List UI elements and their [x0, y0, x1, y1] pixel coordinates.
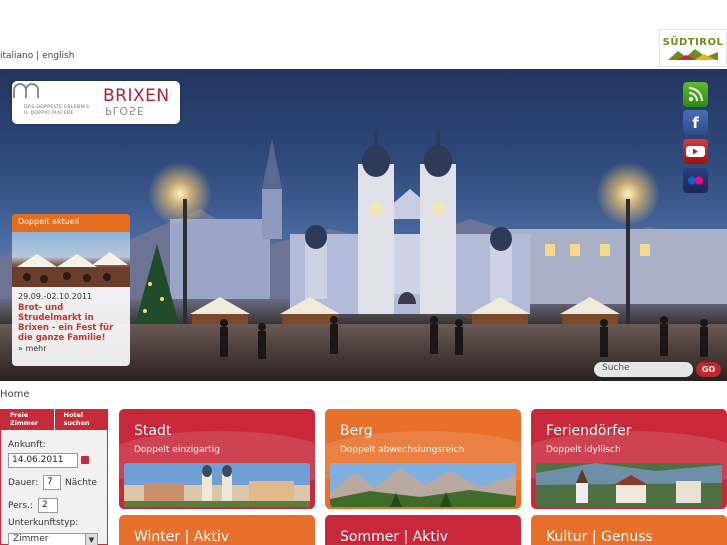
- lang-italiano-link[interactable]: italiano: [0, 51, 33, 61]
- accommodation-type-select[interactable]: Zimmer ▼: [8, 533, 98, 545]
- news-more-link[interactable]: » mehr: [12, 343, 130, 354]
- village-photo: [536, 463, 722, 507]
- hero-banner: BRIXEN PLOSE DAS DOPPELTE ERLEBNIS IL DO…: [0, 69, 727, 381]
- tile-title: Stadt: [134, 423, 172, 439]
- tile-berg[interactable]: Berg Doppelt abwechslungsreich: [325, 409, 521, 509]
- flickr-icon: [688, 176, 703, 185]
- market-photo: [12, 232, 130, 287]
- tile-feriendoerfer[interactable]: Feriendörfer Doppelt idyllisch: [531, 409, 727, 509]
- tile-title: Berg: [340, 423, 373, 439]
- language-switcher: italiano | english: [0, 51, 74, 61]
- suedtirol-wordmark: SÜDTIROL: [662, 36, 724, 48]
- logo-tagline-de: DAS DOPPELTE ERLEBNIS: [24, 105, 90, 110]
- flickr-button[interactable]: [683, 168, 708, 193]
- persons-input[interactable]: 2: [38, 498, 58, 513]
- duration-label: Dauer:: [8, 478, 39, 488]
- calendar-icon[interactable]: [81, 456, 89, 464]
- news-title-link[interactable]: Brot- und Strudelmarkt in Brixen - ein F…: [12, 303, 130, 343]
- persons-label: Pers.:: [8, 501, 33, 511]
- tab-hotel-search[interactable]: Hotel suchen: [53, 409, 107, 430]
- chevron-down-icon: ▼: [85, 534, 97, 545]
- logo-tagline-it: IL DOPPIO PIACERE: [24, 111, 74, 116]
- accommodation-type-label: Unterkunftstyp:: [8, 518, 79, 528]
- tile-subtitle: Doppelt abwechslungsreich: [340, 445, 465, 455]
- arrival-label: Ankunft:: [8, 440, 46, 450]
- search-go-button[interactable]: GO: [696, 362, 721, 377]
- mountain-photo: [330, 463, 516, 507]
- accommodation-type-value: Zimmer: [13, 534, 49, 544]
- news-header: Doppelt aktuell: [12, 214, 130, 232]
- tile-kultur-genuss[interactable]: Kultur | Genuss: [531, 515, 727, 545]
- suedtirol-logo[interactable]: SÜDTIROL: [659, 29, 727, 67]
- tile-subtitle: Doppelt idyllisch: [546, 445, 621, 455]
- nights-label: Nächte: [65, 478, 97, 488]
- city-photo: [124, 463, 310, 507]
- tab-free-rooms[interactable]: Freie Zimmer: [1, 409, 54, 430]
- rss-button[interactable]: [683, 82, 708, 107]
- facebook-icon: f: [692, 113, 699, 132]
- suedtirol-mountain-icon: [668, 48, 718, 60]
- tile-title: Winter | Aktiv: [134, 529, 230, 545]
- facebook-button[interactable]: f: [683, 110, 708, 135]
- booking-panel: Freie Zimmer Hotel suchen Ankunft: 14.06…: [0, 409, 108, 545]
- brixen-plose-logo[interactable]: BRIXEN PLOSE DAS DOPPELTE ERLEBNIS IL DO…: [12, 81, 180, 124]
- double-arch-logo-icon: [13, 83, 39, 98]
- news-date: 29.09.-02.10.2011: [18, 292, 93, 301]
- rss-icon: [688, 87, 703, 102]
- tile-title: Kultur | Genuss: [546, 529, 653, 545]
- search-input[interactable]: Suche: [594, 362, 693, 377]
- logo-wordmark-plose: PLOSE: [105, 104, 145, 117]
- lang-english-link[interactable]: english: [42, 51, 74, 61]
- tile-stadt[interactable]: Stadt Doppelt einzigartig: [119, 409, 315, 509]
- youtube-icon: [686, 146, 705, 157]
- arrival-date-input[interactable]: 14.06.2011: [8, 453, 78, 468]
- tile-sommer-aktiv[interactable]: Sommer | Aktiv: [325, 515, 521, 545]
- logo-wordmark-brixen: BRIXEN: [103, 86, 170, 106]
- market-stalls-image: [12, 252, 130, 287]
- tile-title: Sommer | Aktiv: [340, 529, 449, 545]
- lang-separator: |: [36, 51, 40, 61]
- news-teaser[interactable]: Doppelt aktuell 29.09.-02.10.2011 Brot- …: [12, 214, 130, 366]
- tile-title: Feriendörfer: [546, 423, 632, 439]
- tile-subtitle: Doppelt einzigartig: [134, 445, 220, 455]
- youtube-button[interactable]: [683, 139, 708, 164]
- tile-winter-aktiv[interactable]: Winter | Aktiv: [119, 515, 315, 545]
- duration-input[interactable]: 7: [43, 475, 61, 490]
- breadcrumb[interactable]: Home: [0, 389, 30, 400]
